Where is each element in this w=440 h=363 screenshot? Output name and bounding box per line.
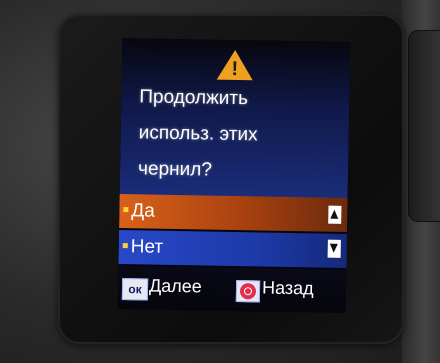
softkey-bar: ок Далее Назад — [117, 265, 347, 313]
next-label: Далее — [148, 275, 202, 297]
message-line-3: чернил? — [137, 158, 213, 181]
option-bullet — [122, 243, 128, 249]
message-line-2: использ. этих — [138, 122, 258, 146]
option-yes-label: Да — [131, 200, 155, 222]
option-yes[interactable]: Да — [119, 194, 348, 232]
option-bullet — [123, 207, 129, 213]
back-key[interactable] — [235, 280, 261, 303]
warning-exclamation: ! — [231, 57, 239, 81]
scroll-down-icon[interactable] — [327, 239, 341, 258]
printer-side-button — [408, 30, 440, 222]
stop-icon — [239, 283, 257, 300]
option-no[interactable]: Нет — [118, 230, 347, 268]
option-no-label: Нет — [130, 236, 164, 258]
ok-key-icon[interactable]: ок — [121, 278, 149, 301]
back-label: Назад — [261, 277, 314, 299]
scroll-up-icon[interactable] — [328, 205, 342, 224]
lcd-screen: ! Продолжить использ. этих чернил? Да Не… — [117, 38, 351, 313]
message-line-1: Продолжить — [139, 86, 249, 110]
